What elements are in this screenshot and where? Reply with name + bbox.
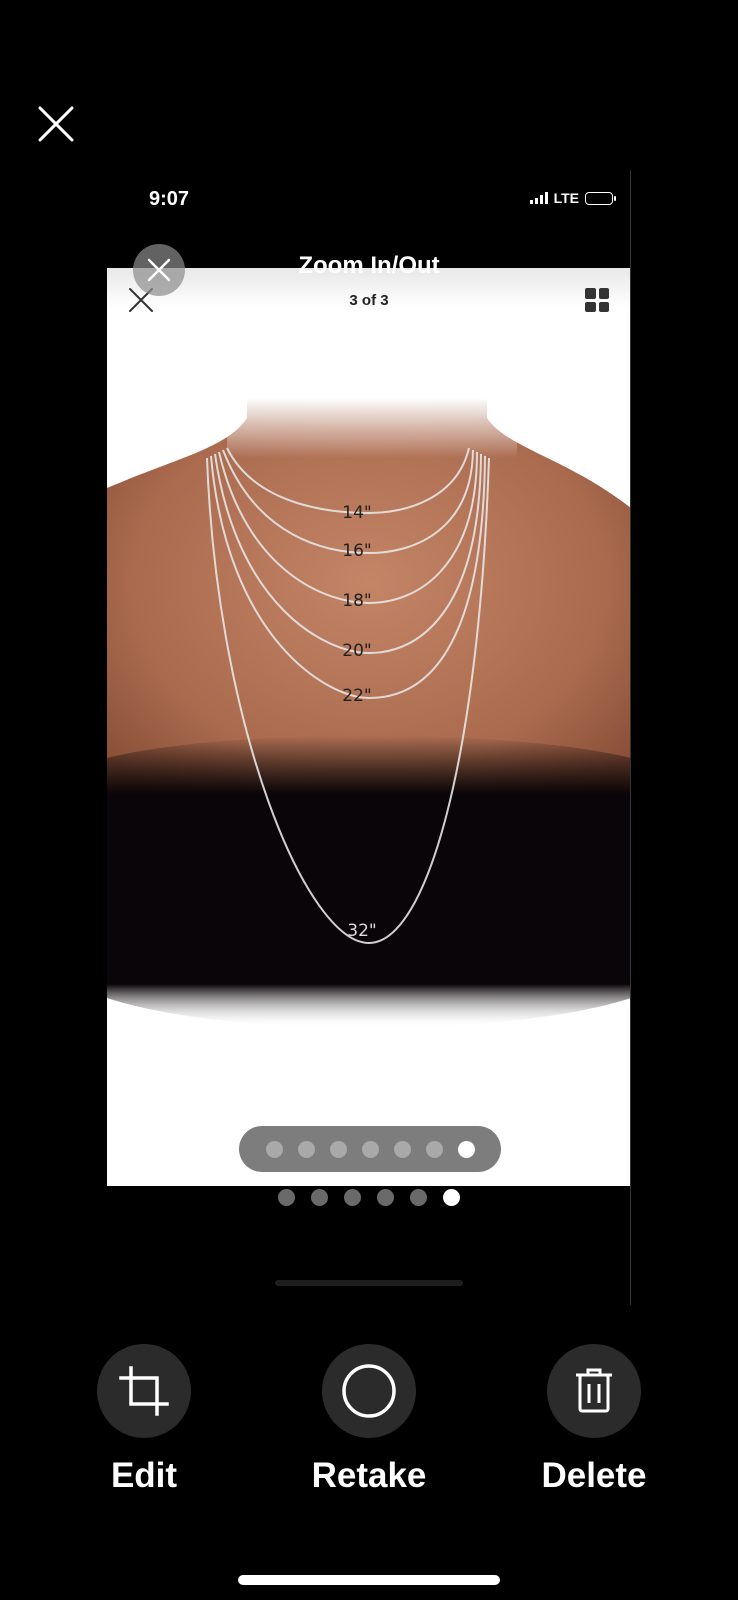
carousel-dot — [311, 1189, 328, 1206]
length-14: 14" — [342, 503, 371, 523]
grid-icon — [585, 288, 609, 312]
page-dot — [265, 1140, 283, 1158]
captured-screenshot: 9:07 LTE Zoom In/Out 3 of 3 14" 16" 18" … — [107, 170, 631, 1310]
delete-button[interactable]: Delete — [504, 1344, 684, 1496]
status-indicators: LTE — [529, 190, 616, 206]
home-indicator — [238, 1575, 500, 1585]
delete-label: Delete — [541, 1456, 647, 1495]
signal-icon — [529, 192, 548, 204]
length-22: 22" — [342, 686, 371, 706]
page-dot — [425, 1140, 443, 1158]
carousel-dot — [377, 1189, 394, 1206]
carousel-dot — [344, 1189, 361, 1206]
close-icon[interactable] — [36, 104, 76, 144]
page-dot — [329, 1140, 347, 1158]
inner-home-indicator — [275, 1280, 463, 1286]
circle-icon — [322, 1344, 416, 1438]
page-dot — [361, 1140, 379, 1158]
status-time: 9:07 — [149, 188, 190, 210]
battery-icon — [585, 191, 616, 205]
length-32: 32" — [347, 921, 376, 941]
edit-label: Edit — [110, 1456, 178, 1495]
retake-label: Retake — [311, 1456, 427, 1495]
edit-button[interactable]: Edit — [54, 1344, 234, 1496]
carousel-dot — [410, 1189, 427, 1206]
carousel-dot — [443, 1189, 460, 1206]
retake-button[interactable]: Retake — [279, 1344, 459, 1496]
carousel-dot — [278, 1189, 295, 1206]
length-20: 20" — [342, 641, 371, 661]
crop-icon — [97, 1344, 191, 1438]
image-counter: 3 of 3 — [349, 292, 389, 309]
page-dots — [107, 1189, 631, 1206]
zoom-title: Zoom In/Out — [298, 252, 440, 279]
necklace-length-chart: 14" 16" 18" 20" 22" 32" — [107, 398, 631, 1028]
page-dot — [457, 1140, 475, 1158]
page-dot — [297, 1140, 315, 1158]
trash-icon — [547, 1344, 641, 1438]
length-16: 16" — [342, 541, 371, 561]
page-dot — [393, 1140, 411, 1158]
page-indicator — [239, 1126, 501, 1172]
length-18: 18" — [342, 591, 371, 611]
product-photo: 3 of 3 14" 16" 18" 20" 22" 32" — [107, 268, 631, 1186]
divider-line — [630, 170, 631, 1305]
network-label: LTE — [553, 190, 579, 206]
